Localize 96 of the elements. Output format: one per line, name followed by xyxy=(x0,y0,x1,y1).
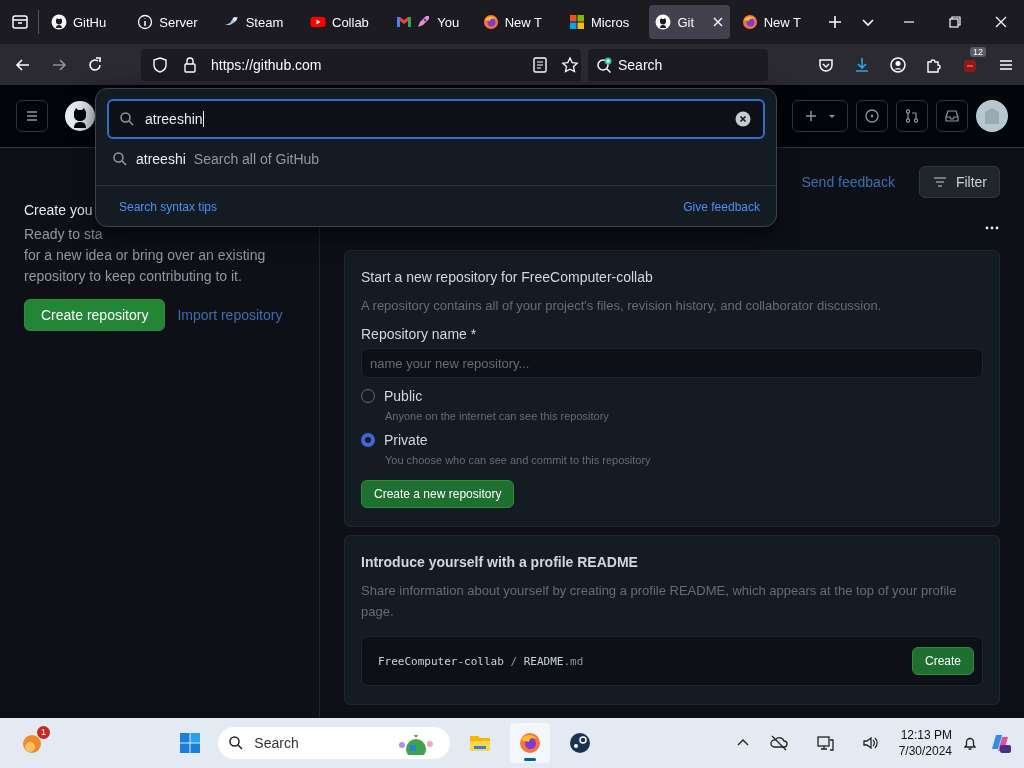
download-icon[interactable] xyxy=(853,55,871,74)
tab-title: GitHu xyxy=(72,14,107,30)
count-badge: 12 xyxy=(970,46,986,57)
browser-tab[interactable]: You xyxy=(390,5,471,39)
rocket-icon xyxy=(415,14,432,30)
field-label: Repository name * xyxy=(361,326,477,342)
browser-tab[interactable]: Git xyxy=(649,5,730,39)
search-icon xyxy=(228,735,245,751)
menu-button[interactable] xyxy=(16,100,48,132)
clock-time: 12:13 PM xyxy=(900,727,952,743)
circle-dot-icon xyxy=(864,108,880,124)
radio-description: You choose who can see and commit to this repository xyxy=(385,454,651,466)
search-icon xyxy=(596,55,614,74)
radio-label: Public xyxy=(384,388,423,404)
repository-name-field[interactable]: name your new repository... xyxy=(361,348,983,378)
network-icon[interactable] xyxy=(815,734,834,752)
radio-description: Anyone on the internet can see this repository xyxy=(385,410,609,422)
create-repository-button[interactable]: Create repository xyxy=(24,299,166,331)
footer-link[interactable]: Search syntax tips xyxy=(119,200,218,214)
browser-tab[interactable]: Collab xyxy=(304,5,385,39)
four-squares-icon xyxy=(569,14,586,30)
clear-icon[interactable] xyxy=(735,111,751,127)
pull-request-icon xyxy=(904,108,920,124)
restore-icon[interactable] xyxy=(948,15,963,29)
play-icon xyxy=(310,14,326,30)
reload-icon[interactable] xyxy=(86,55,104,74)
clock-date: 7/30/2024 xyxy=(898,743,952,759)
cloud-off-icon[interactable] xyxy=(769,734,788,752)
plus-icon xyxy=(803,108,819,124)
tab-title: New T xyxy=(763,14,802,30)
account-icon[interactable] xyxy=(889,55,907,74)
sidebar-text: repository to keep contributing to it. xyxy=(24,267,243,286)
close-icon[interactable] xyxy=(711,16,724,28)
tab-title: New T xyxy=(504,14,542,30)
footer-link[interactable]: Give feedback xyxy=(683,200,760,214)
search-suggestion[interactable]: atreeshi Search all of GitHub xyxy=(96,139,776,185)
speaker-icon[interactable] xyxy=(861,734,880,752)
create-new-button[interactable] xyxy=(792,100,848,132)
search-icon xyxy=(119,111,135,127)
filter-button[interactable]: Filter xyxy=(918,166,1000,198)
card-title: Start a new repository for FreeComputer-collab xyxy=(361,269,653,285)
tab-title: Steam xyxy=(245,14,284,30)
menu-icon xyxy=(24,108,40,124)
search-icon xyxy=(112,151,128,167)
browser-tab[interactable]: New T xyxy=(735,5,817,39)
inbox-button[interactable] xyxy=(936,100,968,132)
avatar[interactable] xyxy=(976,100,1008,132)
tab-title: Git xyxy=(677,14,694,30)
octocat-logo-icon[interactable] xyxy=(64,100,96,132)
issues-button[interactable] xyxy=(856,100,888,132)
shield-icon xyxy=(151,55,169,74)
sidebar-text: for a new idea or bring over an existing xyxy=(24,246,267,265)
browser-search-field[interactable]: Search xyxy=(588,48,768,81)
octocat-icon xyxy=(50,14,67,30)
browser-tab[interactable]: New T xyxy=(476,5,558,39)
pull-requests-button[interactable] xyxy=(896,100,928,132)
star-icon[interactable] xyxy=(561,55,579,74)
send-feedback-link[interactable]: Send feedback xyxy=(801,174,895,190)
firefox-icon xyxy=(482,14,499,30)
address-bar[interactable]: https://github.com xyxy=(141,48,581,81)
firefox-icon xyxy=(741,14,758,30)
windows-start-icon[interactable] xyxy=(178,731,203,755)
info-icon xyxy=(137,14,154,30)
sidebar-text: Ready to sta xyxy=(24,225,104,244)
tab-title: You xyxy=(437,14,460,30)
tab-list-icon[interactable] xyxy=(11,13,29,31)
card-title: Introduce yourself with a profile README xyxy=(361,554,638,570)
tab-title: Server xyxy=(159,14,198,30)
sidebar-title: Create you xyxy=(24,201,93,220)
create-button[interactable]: Create xyxy=(911,647,974,675)
radio-label: Private xyxy=(384,432,428,448)
card-description: Share information about yourself by creating a profile README, which appears at the top of your profile page. xyxy=(361,582,958,621)
query-input[interactable]: atreeshin xyxy=(107,99,765,139)
reader-view-icon[interactable] xyxy=(531,55,549,74)
taskbar-search-field[interactable]: Search xyxy=(218,727,451,759)
notification-badge: 1 xyxy=(37,726,50,739)
filter-icon xyxy=(931,174,948,190)
octocat-icon xyxy=(655,14,672,30)
browser-tab[interactable]: Server xyxy=(131,5,212,39)
card-description: A repository contains all of your project's files, revision history, and collaborator discussion. xyxy=(361,297,882,315)
radio-button[interactable] xyxy=(361,433,375,447)
close-icon[interactable] xyxy=(994,15,1009,29)
tab-title: Collab xyxy=(332,14,369,30)
create-new-repository-button[interactable]: Create a new repository xyxy=(361,480,515,508)
taskbar-button[interactable] xyxy=(510,723,551,763)
import-repository-link[interactable]: Import repository xyxy=(177,307,283,323)
firefox-icon xyxy=(518,731,543,755)
browser-tab[interactable]: Micros xyxy=(563,5,644,39)
bell-icon[interactable] xyxy=(962,735,978,751)
lock-icon xyxy=(181,55,199,74)
browser-tab[interactable]: GitHu xyxy=(44,5,126,39)
file-path: FreeComputer-collab / README.md xyxy=(378,654,584,668)
inbox-icon xyxy=(944,108,960,124)
browser-tab[interactable]: Steam xyxy=(217,5,298,39)
tab-title: Micros xyxy=(591,14,630,30)
mail-icon xyxy=(396,14,413,30)
